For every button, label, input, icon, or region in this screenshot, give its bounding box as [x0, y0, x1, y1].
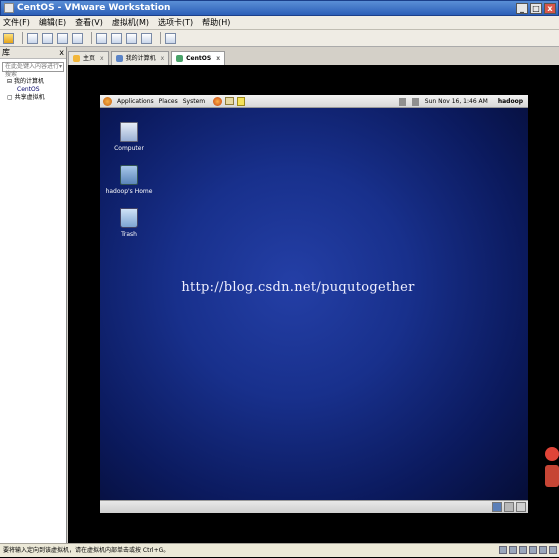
- thumbnail-bar-icon[interactable]: [111, 32, 122, 44]
- window-title: CentOS - VMware Workstation: [17, 3, 171, 13]
- snapshot-icon[interactable]: [42, 32, 53, 44]
- library-header: 库 x: [0, 47, 66, 59]
- library-close-icon[interactable]: x: [59, 47, 64, 59]
- snapshot-manager-icon[interactable]: [72, 32, 83, 44]
- gnome-top-panel: Applications Places System Sun Nov 16, 1…: [100, 95, 528, 108]
- library-title: 库: [2, 48, 10, 57]
- tab-close-icon[interactable]: x: [161, 52, 165, 66]
- gnome-foot-icon[interactable]: [103, 96, 112, 106]
- tab-centos[interactable]: CentOS x: [171, 51, 226, 66]
- search-placeholder: 在此处键入内容进行搜索: [5, 63, 60, 78]
- home-icon: [73, 55, 80, 62]
- trash-icon: [120, 208, 138, 228]
- computer-icon: [115, 55, 123, 62]
- toolbar-separator: [91, 32, 92, 44]
- computer-icon: [120, 122, 138, 142]
- watermark-text: http://blog.csdn.net/puqutogether: [181, 280, 415, 295]
- title-bar: CentOS - VMware Workstation _ □ x: [0, 0, 559, 16]
- menu-view[interactable]: 查看(V): [75, 17, 103, 28]
- menu-help[interactable]: 帮助(H): [202, 17, 230, 28]
- full-screen-icon[interactable]: [126, 32, 137, 44]
- menu-bar: 文件(F) 编辑(E) 查看(V) 虚拟机(M) 选项卡(T) 帮助(H): [0, 16, 559, 30]
- menu-tabs[interactable]: 选项卡(T): [158, 17, 193, 28]
- toolbar-separator: [22, 32, 23, 44]
- volume-icon[interactable]: [398, 97, 406, 106]
- minimize-button[interactable]: _: [516, 3, 528, 14]
- tab-close-icon[interactable]: x: [216, 52, 220, 66]
- tree-item-centos[interactable]: CentOS: [3, 86, 66, 94]
- tree-item-shared-vms[interactable]: ▢ 共享虚拟机: [3, 94, 66, 102]
- firefox-icon[interactable]: [213, 96, 223, 106]
- message-icon[interactable]: [549, 546, 557, 554]
- show-library-icon[interactable]: [96, 32, 107, 44]
- menu-places[interactable]: Places: [159, 98, 178, 105]
- workspace-2[interactable]: [504, 502, 514, 512]
- desktop-icon-home[interactable]: hadoop's Home: [99, 165, 159, 195]
- floating-badge-icon: [545, 447, 559, 507]
- vmware-window: CentOS - VMware Workstation _ □ x 文件(F) …: [0, 0, 559, 557]
- chevron-down-icon[interactable]: ▾: [59, 63, 62, 71]
- sound-icon[interactable]: [539, 546, 547, 554]
- toolbar: [0, 30, 559, 47]
- unity-icon[interactable]: [141, 32, 152, 44]
- vmware-app-icon: [4, 3, 14, 13]
- tab-close-icon[interactable]: x: [100, 52, 104, 66]
- panel-tray: Sun Nov 16, 1:46 AM hadoop: [398, 95, 523, 108]
- menu-file[interactable]: 文件(F): [3, 17, 30, 28]
- network-icon[interactable]: [411, 97, 419, 106]
- tab-strip: 主页 x 我的计算机 x CentOS x: [68, 51, 227, 65]
- status-text: 要将输入定向到该虚拟机，请在虚拟机内部单击或按 Ctrl+G。: [3, 547, 170, 554]
- menu-system[interactable]: System: [183, 98, 205, 105]
- vm-console[interactable]: Applications Places System Sun Nov 16, 1…: [68, 65, 559, 543]
- status-bar: 要将输入定向到该虚拟机，请在虚拟机内部单击或按 Ctrl+G。: [0, 543, 559, 557]
- power-icon[interactable]: [3, 32, 14, 44]
- vm-icon: [176, 55, 184, 62]
- menu-vm[interactable]: 虚拟机(M): [112, 17, 149, 28]
- trash-applet-icon[interactable]: [516, 502, 526, 512]
- library-pane: 库 x 在此处键入内容进行搜索 ▾ ⊟ 我的计算机 CentOS ▢ 共享虚拟机: [0, 47, 67, 543]
- guest-desktop[interactable]: Applications Places System Sun Nov 16, 1…: [100, 95, 528, 513]
- gnome-bottom-panel: [100, 500, 528, 513]
- user-name[interactable]: hadoop: [498, 98, 523, 105]
- library-tree: ⊟ 我的计算机 CentOS ▢ 共享虚拟机: [0, 78, 66, 102]
- toolbar-separator: [160, 32, 161, 44]
- home-folder-icon: [120, 165, 138, 185]
- desktop-icon-trash[interactable]: Trash: [99, 208, 159, 238]
- console-view-icon[interactable]: [165, 32, 176, 44]
- device-icons: [497, 546, 557, 554]
- hdd-icon[interactable]: [499, 546, 507, 554]
- library-search-input[interactable]: 在此处键入内容进行搜索 ▾: [2, 62, 64, 78]
- send-ctrl-alt-del-icon[interactable]: [27, 32, 38, 44]
- menu-applications[interactable]: Applications: [117, 98, 154, 105]
- clock[interactable]: Sun Nov 16, 1:46 AM: [425, 98, 488, 105]
- usb-icon[interactable]: [529, 546, 537, 554]
- tab-my-computer[interactable]: 我的计算机 x: [110, 51, 170, 66]
- network-adapter-icon[interactable]: [519, 546, 527, 554]
- mail-icon[interactable]: [225, 97, 235, 105]
- menu-edit[interactable]: 编辑(E): [39, 17, 66, 28]
- tab-home[interactable]: 主页 x: [68, 51, 109, 65]
- text-editor-icon[interactable]: [237, 96, 246, 106]
- maximize-button[interactable]: □: [530, 3, 542, 14]
- desktop-icon-computer[interactable]: Computer: [99, 122, 159, 152]
- revert-snapshot-icon[interactable]: [57, 32, 68, 44]
- workspace-1[interactable]: [492, 502, 502, 512]
- tree-item-my-computer[interactable]: ⊟ 我的计算机: [3, 78, 66, 86]
- close-button[interactable]: x: [544, 3, 556, 14]
- main-area: 主页 x 我的计算机 x CentOS x Applications Places S…: [68, 47, 559, 543]
- cdrom-icon[interactable]: [509, 546, 517, 554]
